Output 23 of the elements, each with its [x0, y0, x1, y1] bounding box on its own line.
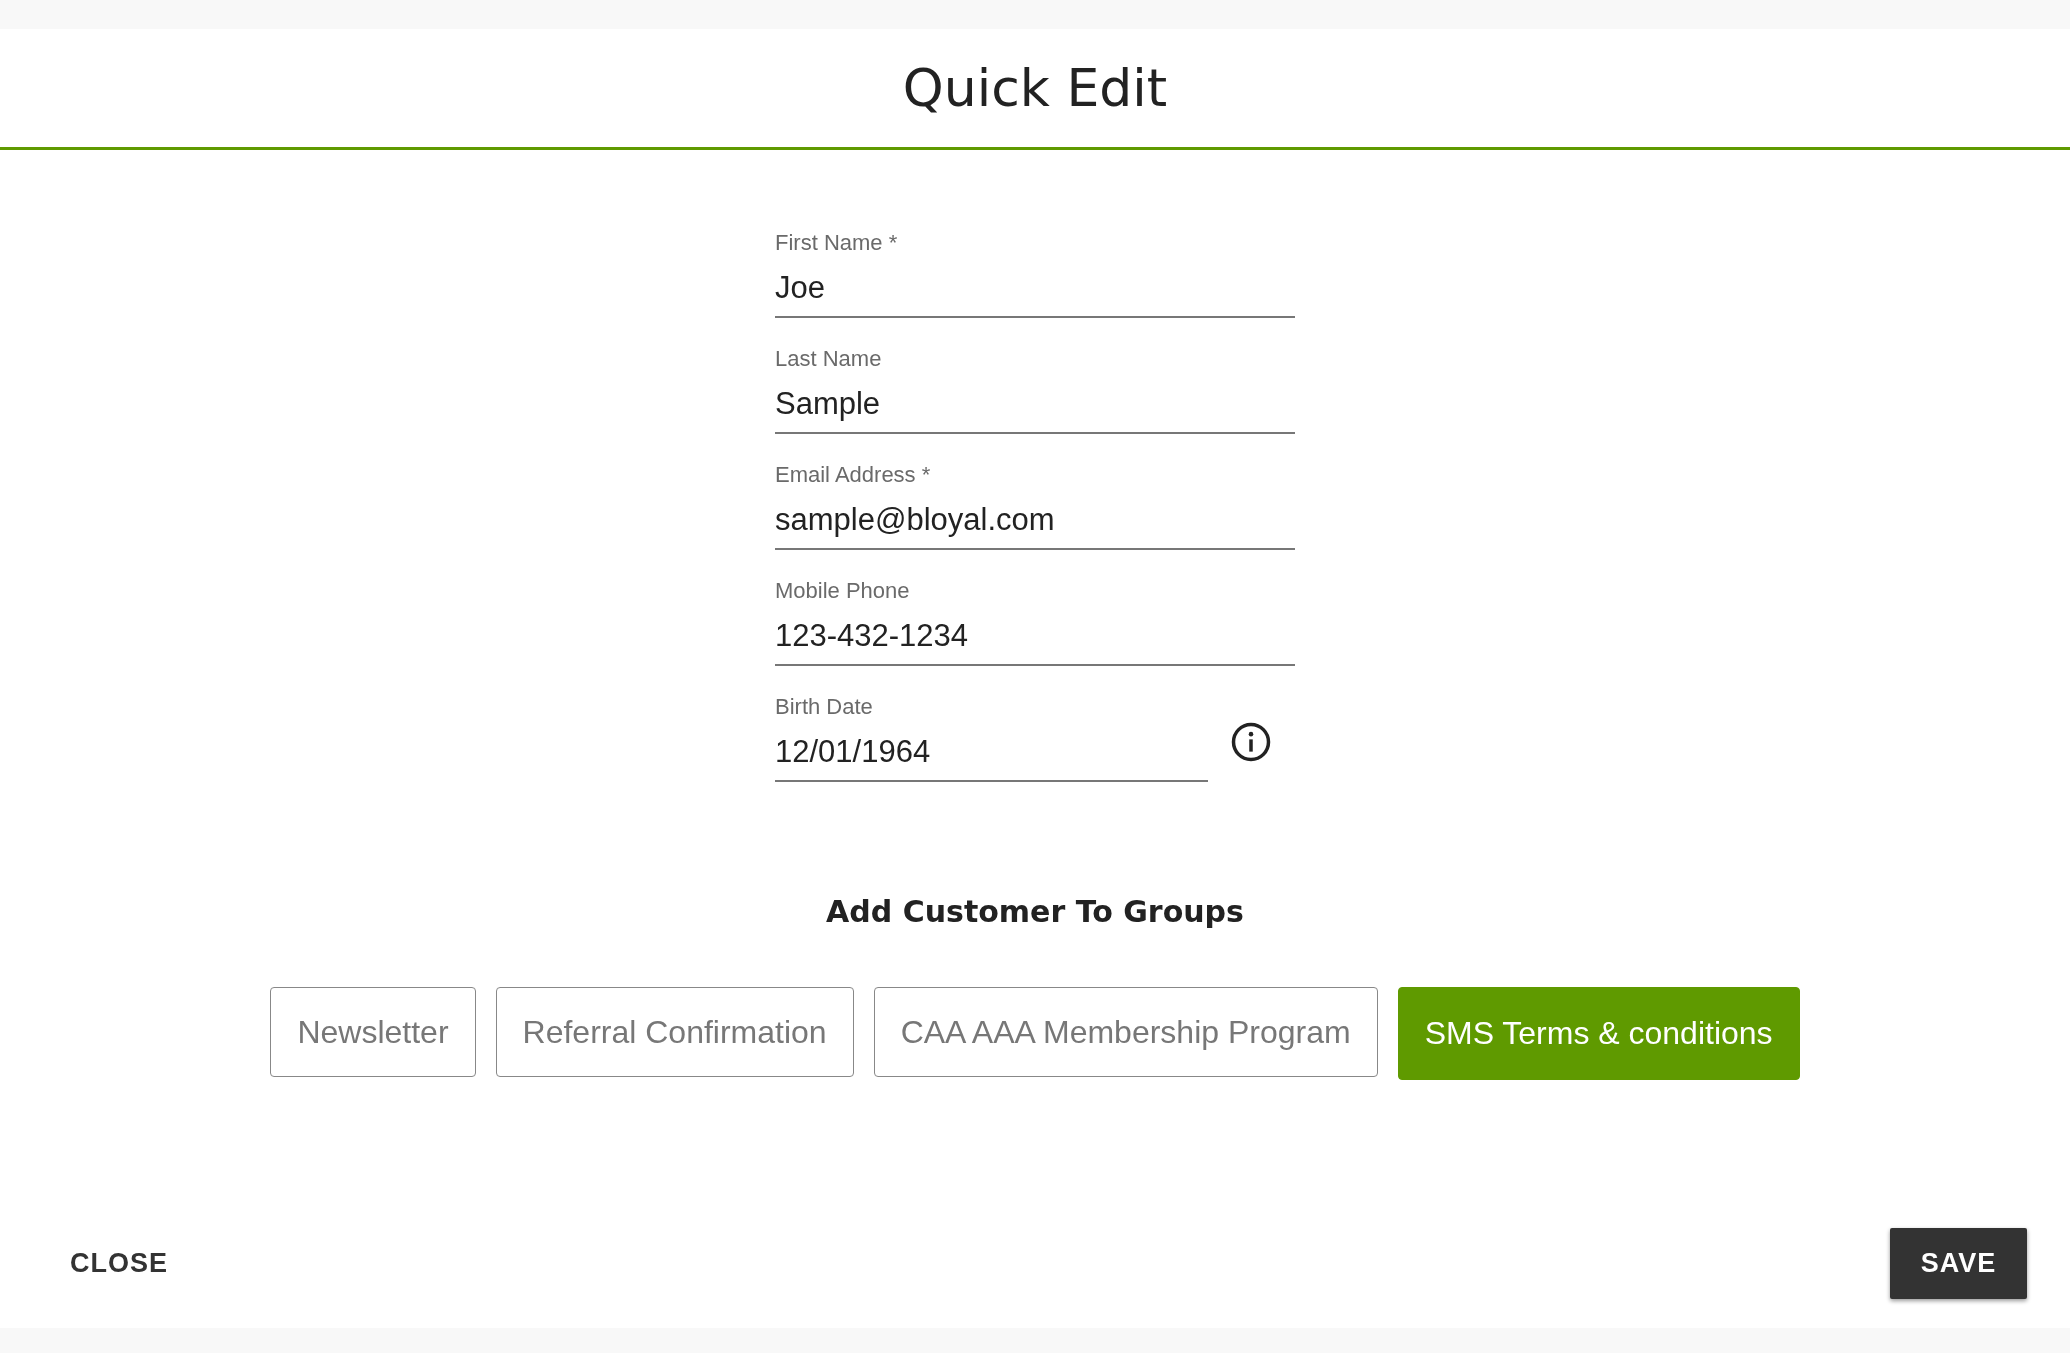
info-icon[interactable] — [1230, 721, 1272, 763]
group-toggle[interactable]: Referral Confirmation — [495, 987, 854, 1077]
field-label: Last Name — [775, 346, 883, 372]
field-label: First Name * — [775, 230, 899, 256]
group-toggle[interactable]: CAA AAA Membership Program — [873, 987, 1378, 1077]
field-input[interactable]: 12/01/1964 — [775, 730, 1208, 774]
field-label: Email Address * — [775, 462, 932, 488]
save-button[interactable]: SAVE — [1890, 1227, 2027, 1299]
close-button[interactable]: CLOSE — [50, 1235, 188, 1291]
field-input[interactable]: Sample — [775, 382, 1295, 426]
field-input[interactable]: 123-432-1234 — [775, 614, 1295, 658]
field-label: Birth Date — [775, 694, 874, 720]
text-field[interactable]: Mobile Phone 123-432-1234 — [775, 578, 1295, 666]
group-toggle[interactable]: Newsletter — [270, 987, 476, 1077]
text-field[interactable]: First Name * Joe — [775, 230, 1295, 318]
field-input[interactable]: Joe — [775, 266, 1295, 310]
field-input[interactable]: sample@bloyal.com — [775, 498, 1295, 542]
dialog-title: Quick Edit — [902, 58, 1168, 118]
text-field[interactable]: Birth Date 12/01/1964 — [775, 694, 1208, 782]
text-field[interactable]: Email Address * sample@bloyal.com — [775, 462, 1295, 550]
groups-heading: Add Customer To Groups — [826, 894, 1244, 929]
field-label: Mobile Phone — [775, 578, 911, 604]
text-field[interactable]: Last Name Sample — [775, 346, 1295, 434]
